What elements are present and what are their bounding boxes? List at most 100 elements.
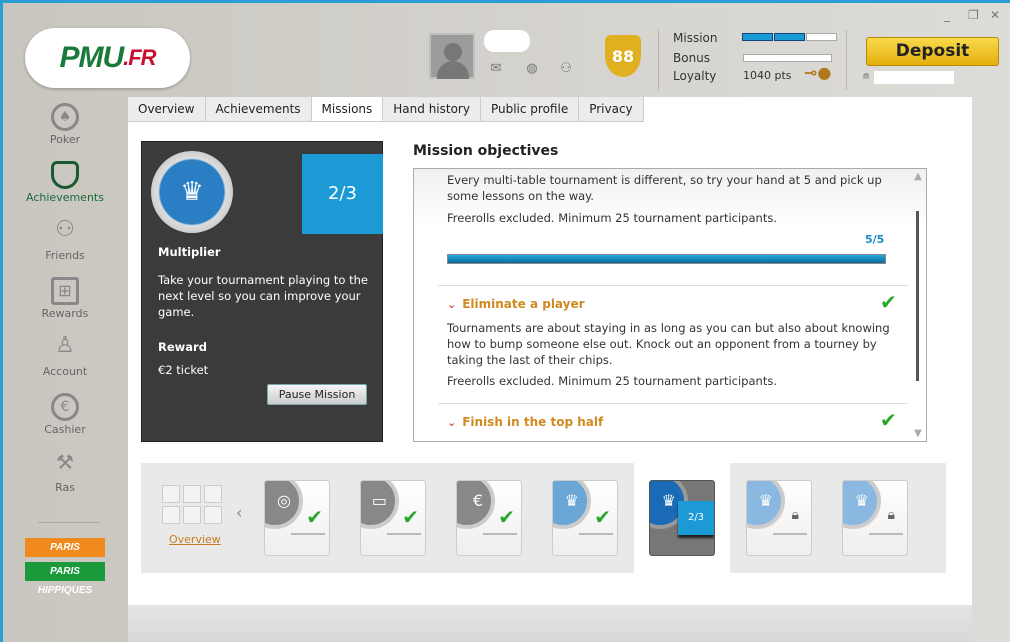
mission-name: Multiplier [158,245,221,259]
tab-public-profile[interactable]: Public profile [481,97,580,121]
sidebar-item-rewards[interactable]: ⊞ Rewards [10,277,120,320]
chevron-down-icon: ⌄ [447,416,457,429]
objective-item: Tournaments are about staying in as long… [447,320,902,389]
mission-thumbnail-current[interactable]: ♛ 2/3 [649,480,715,556]
mission-thumbnail[interactable]: ♛ ✔ [552,480,618,556]
minimize-button[interactable]: _ [944,8,950,22]
mission-description: Take your tournament playing to the next… [158,273,368,319]
close-button[interactable]: ✕ [990,8,1000,22]
pause-mission-button[interactable]: Pause Mission [267,384,367,405]
bonus-progress-bar [743,54,832,62]
window-border [0,0,3,642]
tab-overview[interactable]: Overview [128,97,206,121]
sidebar-item-label: Account [42,365,88,378]
trophy-icon: ♛ [747,481,785,529]
bonus-label: Bonus [673,51,711,65]
scrollbar[interactable]: ▲ ▼ [912,171,924,439]
mission-label: Mission [673,31,718,45]
sidebar-item-poker[interactable]: ♠ Poker [10,103,120,146]
tab-bar: Overview Achievements Missions Hand hist… [128,97,644,122]
mission-progress-bar [742,33,837,41]
progress-fill [448,255,885,263]
footer-bar [128,605,972,642]
mission-thumbnail[interactable]: € ✔ [456,480,522,556]
lock-icon: 🔒︎ [887,507,895,523]
trophy-icon: ♛ [553,481,591,529]
pmu-logo[interactable]: PMU .FR [25,28,190,88]
divider [438,285,908,286]
objective-header[interactable]: ⌄ Eliminate a player [447,297,585,311]
objective-header[interactable]: ⌄ Finish in the top half [447,415,603,429]
key-icon: ⊸● [804,63,832,82]
shield-icon [51,161,79,189]
sidebar-item-account[interactable]: ♙ Account [10,333,120,379]
gift-icon: ⊞ [51,277,79,305]
scroll-thumb[interactable] [916,211,919,381]
sidebar-item-friends[interactable]: ⚇ Friends [10,217,120,263]
window-border [0,0,1010,3]
tab-missions[interactable]: Missions [311,97,384,121]
overview-grid-icon[interactable] [162,485,222,524]
check-icon: ✔ [880,408,897,432]
objective-note: Freerolls excluded. Minimum 25 tournamen… [447,374,777,388]
reward-value: €2 ticket [158,363,209,377]
check-icon: ✔ [498,505,515,529]
check-icon: ✔ [880,290,897,314]
balance-redacted [874,71,954,84]
chips-icon: ◎ [265,481,303,529]
mission-card: ♛ 2/3 Multiplier Take your tournament pl… [141,141,383,442]
tab-hand-history[interactable]: Hand history [383,97,481,121]
wrench-icon: ⚒ [56,450,74,474]
trophy-icon: ♛ [151,151,233,233]
objective-progress-text: 5/5 [865,233,885,246]
current-progress: 2/3 [678,501,714,535]
objective-description: Every multi-table tournament is differen… [447,173,882,203]
scroll-up-icon[interactable]: ▲ [912,171,924,182]
deposit-button[interactable]: Deposit [866,37,999,66]
spade-icon: ♠ [51,103,79,131]
globe-icon[interactable]: ◍ [525,62,539,76]
divider [846,30,847,90]
objective-title: Finish in the top half [462,415,604,429]
scroll-down-icon[interactable]: ▼ [912,428,924,439]
mission-thumbnail-locked[interactable]: ♛ 🔒︎ [746,480,812,556]
check-icon: ✔ [594,505,611,529]
objective-description: Tournaments are about staying in as long… [447,321,890,367]
check-icon: ✔ [402,505,419,529]
mission-thumbnail[interactable]: ▭ ✔ [360,480,426,556]
sidebar-item-label: Cashier [44,423,86,436]
sidebar-item-ras[interactable]: ⚒ Ras [10,451,120,494]
trophy-icon: ♛ [843,481,881,529]
overview-link[interactable]: Overview [169,533,221,546]
paris-sportifs-link[interactable]: PARIS SPORTIFS [25,538,105,572]
sidebar-item-label: Achievements [26,191,104,204]
loyalty-value: 1040 pts [743,69,792,82]
banknote-icon: ▭ [361,481,399,529]
mission-carousel: Overview ‹ ◎ ✔ ▭ ✔ € ✔ ♛ ✔ ♛ 2/3 ♛ 🔒︎ ♛ 🔒︎ [141,463,946,573]
mission-thumbnail[interactable]: ◎ ✔ [264,480,330,556]
chevron-left-icon[interactable]: ‹ [236,503,242,522]
friends-icon[interactable]: ⚇ [559,62,573,76]
logo-suffix: .FR [123,45,156,70]
username-redacted [484,30,530,52]
level-badge: 88 [605,35,641,77]
euro-icon: € [51,393,79,421]
sidebar-item-label: Rewards [41,307,89,320]
objective-progress-bar [447,254,886,264]
objectives-title: Mission objectives [413,143,559,159]
paris-hippiques-link[interactable]: PARIS HIPPIQUES [25,562,105,596]
tab-achievements[interactable]: Achievements [206,97,312,121]
sidebar-item-label: Friends [45,249,85,262]
user-icon: ♙ [55,333,75,358]
mission-thumbnail-locked[interactable]: ♛ 🔒︎ [842,480,908,556]
sidebar-item-achievements[interactable]: Achievements [10,161,120,204]
sidebar-item-cashier[interactable]: € Cashier [10,393,120,436]
restore-button[interactable]: ❐ [968,8,979,22]
divider [658,30,659,90]
objectives-list[interactable]: Every multi-table tournament is differen… [413,168,927,442]
tab-privacy[interactable]: Privacy [579,97,644,121]
friends-icon: ⚇ [55,217,75,242]
divider [38,522,100,523]
mail-icon[interactable]: ✉ [489,62,503,76]
avatar[interactable] [429,33,475,79]
